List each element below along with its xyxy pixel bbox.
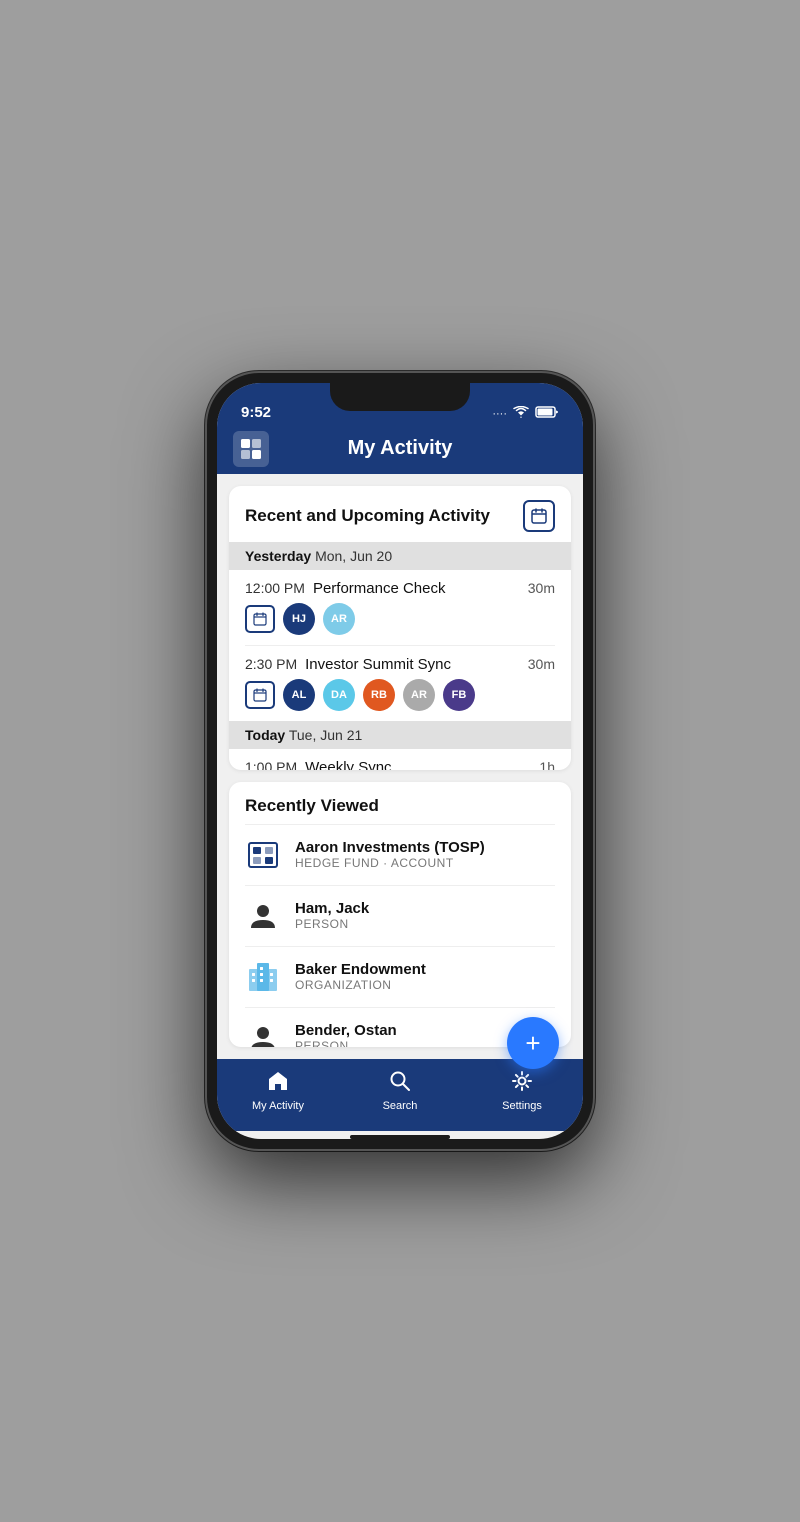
phone-screen: 9:52 ···· [217, 383, 583, 1139]
event-duration-1: 30m [528, 580, 555, 596]
day-header-today: Today Tue, Jun 21 [229, 721, 571, 749]
home-bar [350, 1135, 450, 1139]
event-name-3: Weekly Sync [305, 759, 391, 770]
avatar-al: AL [283, 679, 315, 711]
recently-viewed-card: Recently Viewed Aaron Inv [229, 782, 571, 1047]
list-item-name-ham: Ham, Jack [295, 900, 555, 917]
list-item-name-aaron: Aaron Investments (TOSP) [295, 839, 555, 856]
event-duration-2: 30m [528, 656, 555, 672]
event-weekly-sync[interactable]: 1:00 PM Weekly Sync 1h [229, 749, 571, 770]
person-icon-ham [245, 898, 281, 934]
app-logo [233, 431, 269, 467]
nav-label-search: Search [383, 1100, 418, 1112]
calendar-icon-button[interactable] [523, 500, 555, 532]
event-investor-summit[interactable]: 2:30 PM Investor Summit Sync 30m [229, 646, 571, 721]
event-time-3: 1:00 PM [245, 759, 297, 770]
avatar-rb: RB [363, 679, 395, 711]
event-name-1: Performance Check [313, 580, 446, 597]
person-icon-bender [245, 1020, 281, 1047]
phone-frame: 9:52 ···· [205, 371, 595, 1151]
event-icons-1: HJ AR [245, 603, 555, 635]
avatar-ar-1: AR [323, 603, 355, 635]
day-date-today: Tue, Jun 21 [289, 727, 362, 743]
account-icon-aaron [245, 837, 281, 873]
activity-card-title: Recent and Upcoming Activity [245, 506, 490, 526]
settings-icon [511, 1070, 533, 1098]
day-date-yesterday: Mon, Jun 20 [315, 548, 392, 564]
activity-card: Recent and Upcoming Activity Yesterday M… [229, 486, 571, 770]
nav-item-search[interactable]: Search [339, 1070, 461, 1112]
list-item-type-aaron: HEDGE FUND · ACCOUNT [295, 856, 555, 870]
search-icon [389, 1070, 411, 1098]
event-icons-2: AL DA RB AR FB [245, 679, 555, 711]
battery-icon [535, 406, 559, 421]
event-left: 12:00 PM Performance Check [245, 580, 446, 597]
org-icon-baker [245, 959, 281, 995]
event-left-3: 1:00 PM Weekly Sync [245, 759, 392, 770]
list-item-ham[interactable]: Ham, Jack PERSON [229, 886, 571, 946]
event-left-2: 2:30 PM Investor Summit Sync [245, 656, 451, 673]
event-calendar-icon-2 [245, 681, 275, 709]
event-performance-check[interactable]: 12:00 PM Performance Check 30m [229, 570, 571, 645]
app-header: My Activity [217, 427, 583, 474]
phone-notch [330, 383, 470, 411]
day-header-yesterday: Yesterday Mon, Jun 20 [229, 542, 571, 570]
list-item-aaron[interactable]: Aaron Investments (TOSP) HEDGE FUND · AC… [229, 825, 571, 885]
event-row-top: 12:00 PM Performance Check 30m [245, 580, 555, 597]
event-name-2: Investor Summit Sync [305, 656, 451, 673]
fab-add-button[interactable]: + [507, 1017, 559, 1069]
nav-label-my-activity: My Activity [252, 1100, 304, 1112]
event-duration-3: 1h [539, 759, 555, 770]
status-icons: ···· [492, 406, 559, 421]
avatar-ar-2: AR [403, 679, 435, 711]
list-item-text-ham: Ham, Jack PERSON [295, 900, 555, 931]
wifi-icon [513, 406, 529, 421]
list-item-text-aaron: Aaron Investments (TOSP) HEDGE FUND · AC… [295, 839, 555, 870]
event-row-top-3: 1:00 PM Weekly Sync 1h [245, 759, 555, 770]
event-row-top-2: 2:30 PM Investor Summit Sync 30m [245, 656, 555, 673]
activity-card-header: Recent and Upcoming Activity [229, 486, 571, 542]
recently-viewed-title: Recently Viewed [229, 782, 571, 824]
event-time-1: 12:00 PM [245, 580, 305, 596]
bottom-nav: My Activity Search Setti [217, 1059, 583, 1131]
status-time: 9:52 [241, 404, 271, 421]
list-item-type-ham: PERSON [295, 917, 555, 931]
list-item-type-baker: ORGANIZATION [295, 978, 555, 992]
nav-label-settings: Settings [502, 1100, 542, 1112]
day-label-today: Today [245, 727, 285, 743]
event-time-2: 2:30 PM [245, 656, 297, 672]
list-item-text-baker: Baker Endowment ORGANIZATION [295, 961, 555, 992]
event-calendar-icon-1 [245, 605, 275, 633]
signal-icon: ···· [492, 408, 507, 420]
avatar-fb: FB [443, 679, 475, 711]
list-item-name-baker: Baker Endowment [295, 961, 555, 978]
list-item-baker[interactable]: Baker Endowment ORGANIZATION [229, 947, 571, 1007]
header-title: My Activity [348, 437, 453, 460]
home-icon [267, 1070, 289, 1098]
day-label-yesterday: Yesterday [245, 548, 311, 564]
nav-item-settings[interactable]: Settings [461, 1070, 583, 1112]
nav-item-my-activity[interactable]: My Activity [217, 1070, 339, 1112]
avatar-da: DA [323, 679, 355, 711]
avatar-hj: HJ [283, 603, 315, 635]
main-content: Recent and Upcoming Activity Yesterday M… [217, 474, 583, 1059]
